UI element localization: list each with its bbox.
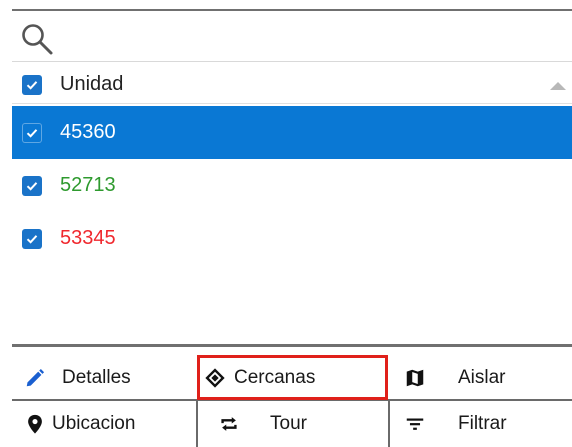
filtrar-button[interactable]: Filtrar xyxy=(396,401,572,447)
search-bar xyxy=(12,14,572,62)
diamond-direction-icon xyxy=(202,365,228,391)
sort-ascending-icon[interactable] xyxy=(550,82,566,90)
row-checkbox[interactable] xyxy=(22,122,42,143)
list-item[interactable]: 52713 xyxy=(12,159,572,212)
search-input[interactable] xyxy=(62,22,562,54)
top-divider xyxy=(12,9,572,11)
unit-list: 45360 52713 53345 xyxy=(12,106,572,265)
column-header-label: Unidad xyxy=(60,73,124,95)
filtrar-label: Filtrar xyxy=(458,413,507,434)
check-icon xyxy=(26,181,38,191)
check-icon xyxy=(26,234,38,244)
aislar-label: Aislar xyxy=(458,367,506,388)
column-header-unidad[interactable]: Unidad xyxy=(12,66,572,104)
check-icon xyxy=(26,128,38,138)
unit-id: 52713 xyxy=(60,174,116,196)
unit-id: 45360 xyxy=(60,121,116,143)
pencil-icon xyxy=(22,365,48,391)
row-checkbox[interactable] xyxy=(22,175,42,196)
repeat-icon xyxy=(216,411,242,437)
location-pin-icon xyxy=(22,411,48,437)
row-checkbox[interactable] xyxy=(22,228,42,249)
toolbar-col-divider xyxy=(388,401,390,447)
filter-lines-icon xyxy=(402,411,428,437)
select-all-checkbox[interactable] xyxy=(22,74,42,95)
check-icon xyxy=(26,80,38,90)
map-icon xyxy=(402,365,428,391)
search-icon xyxy=(20,22,54,56)
list-item[interactable]: 45360 xyxy=(12,106,572,159)
tour-label: Tour xyxy=(270,413,307,434)
unit-id: 53345 xyxy=(60,227,116,249)
ubicacion-label: Ubicacion xyxy=(52,413,136,434)
aislar-button[interactable]: Aislar xyxy=(396,355,572,401)
list-item[interactable]: 53345 xyxy=(12,212,572,265)
cercanas-button[interactable]: Cercanas xyxy=(202,355,388,401)
action-toolbar: Detalles Cercanas Aislar Ubicacion Tour … xyxy=(12,355,572,447)
detalles-label: Detalles xyxy=(62,367,131,388)
detalles-button[interactable]: Detalles xyxy=(22,355,196,401)
toolbar-col-divider xyxy=(196,401,198,447)
ubicacion-button[interactable]: Ubicacion xyxy=(22,401,196,447)
toolbar-divider xyxy=(12,344,572,347)
tour-button[interactable]: Tour xyxy=(202,401,388,447)
cercanas-label: Cercanas xyxy=(234,367,316,388)
